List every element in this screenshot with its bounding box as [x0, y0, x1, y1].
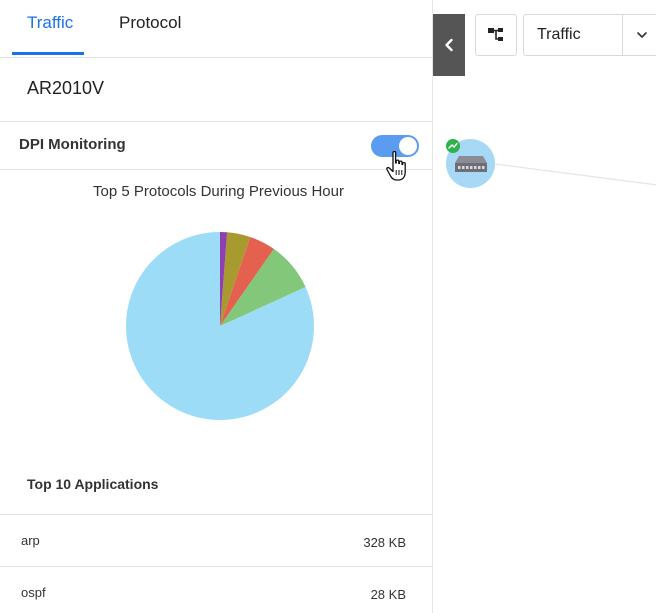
divider — [622, 15, 623, 55]
topology-layout-button[interactable] — [475, 14, 517, 56]
dpi-monitoring-label: DPI Monitoring — [19, 136, 126, 153]
trend-icon — [448, 142, 458, 149]
application-traffic: 28 KB — [370, 587, 406, 602]
chart-title: Top 5 Protocols During Previous Hour — [93, 183, 344, 200]
view-mode-value: Traffic — [537, 26, 581, 43]
active-tab-indicator — [12, 52, 84, 55]
details-panel: Traffic Protocol AR2010V DPI Monitoring … — [0, 0, 433, 613]
tab-traffic[interactable]: Traffic — [27, 12, 73, 34]
tab-bar: Traffic Protocol — [0, 0, 433, 58]
device-header: AR2010V — [0, 58, 433, 122]
status-online-icon — [446, 139, 460, 153]
table-row: ospf 28 KB — [0, 567, 433, 613]
application-name: ospf — [21, 585, 46, 600]
topology-tree-icon — [488, 28, 503, 41]
device-name: AR2010V — [27, 78, 105, 98]
dpi-monitoring-row: DPI Monitoring — [0, 122, 433, 170]
applications-title: Top 10 Applications — [27, 476, 159, 492]
view-mode-select[interactable]: Traffic — [523, 14, 656, 56]
application-traffic: 328 KB — [363, 535, 406, 550]
chevron-left-icon — [445, 38, 453, 52]
tab-protocol[interactable]: Protocol — [119, 12, 181, 34]
topology-link — [495, 163, 656, 186]
hand-pointer-icon — [386, 150, 406, 181]
collapse-panel-button[interactable] — [433, 14, 465, 76]
application-name: arp — [21, 533, 40, 548]
table-row: arp 328 KB — [0, 515, 433, 567]
chevron-down-icon[interactable] — [634, 27, 650, 43]
protocol-pie-chart — [125, 232, 314, 420]
